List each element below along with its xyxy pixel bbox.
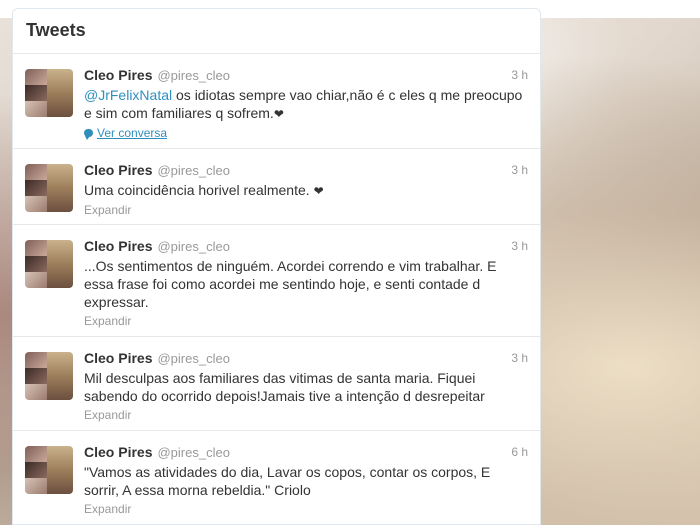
stream-title: Tweets [26, 19, 86, 40]
tweet-timestamp[interactable]: 3 h [511, 239, 528, 253]
tweet-username[interactable]: @pires_cleo [157, 239, 229, 254]
avatar[interactable] [25, 352, 73, 400]
tweet-fullname[interactable]: Cleo Pires [84, 162, 152, 178]
avatar[interactable] [25, 69, 73, 117]
tweet-username[interactable]: @pires_cleo [157, 351, 229, 366]
tweet-item[interactable]: Cleo Pires @pires_cleo 3 h @JrFelixNatal… [13, 54, 540, 149]
expand-link[interactable]: Expandir [84, 203, 528, 219]
expand-link[interactable]: Expandir [84, 502, 528, 518]
tweet-item[interactable]: Cleo Pires @pires_cleo 3 h ...Os sentime… [13, 225, 540, 337]
heart-icon: ❤ [313, 184, 324, 198]
tweets-stream: Tweets Cleo Pires @pires_cleo 3 h @JrFel… [12, 8, 541, 525]
tweet-item[interactable]: Cleo Pires @pires_cleo 3 h Mil desculpas… [13, 337, 540, 431]
expand-link[interactable]: Expandir [84, 314, 528, 330]
tweet-mention-link[interactable]: @JrFelixNatal [84, 87, 172, 103]
tweet-timestamp[interactable]: 3 h [511, 351, 528, 365]
tweet-text: Mil desculpas aos familiares das vitimas… [84, 370, 485, 404]
stream-header: Tweets [13, 9, 540, 54]
tweet-fullname[interactable]: Cleo Pires [84, 350, 152, 366]
tweet-fullname[interactable]: Cleo Pires [84, 67, 152, 83]
avatar[interactable] [25, 446, 73, 494]
avatar[interactable] [25, 164, 73, 212]
tweet-item[interactable]: Cleo Pires @pires_cleo 3 h Uma coincidên… [13, 149, 540, 225]
tweet-body: Uma coincidência horivel realmente. [84, 182, 314, 198]
tweet-text: "Vamos as atividades do dia, Lavar os co… [84, 464, 491, 498]
tweet-username[interactable]: @pires_cleo [157, 68, 229, 83]
expand-link[interactable]: Expandir [84, 408, 528, 424]
tweet-item[interactable]: Cleo Pires @pires_cleo 6 h "Vamos as ati… [13, 431, 540, 524]
view-conversation-link[interactable]: Ver conversa [84, 126, 167, 140]
tweet-fullname[interactable]: Cleo Pires [84, 238, 152, 254]
tweet-text: Uma coincidência horivel realmente. ❤ [84, 181, 524, 200]
tweet-footer: Ver conversa [84, 126, 528, 142]
tweet-username[interactable]: @pires_cleo [157, 163, 229, 178]
view-conversation-label: Ver conversa [97, 126, 168, 140]
tweet-fullname[interactable]: Cleo Pires [84, 444, 152, 460]
tweet-text: @JrFelixNatal os idiotas sempre vao chia… [84, 86, 524, 123]
tweet-timestamp[interactable]: 3 h [511, 68, 528, 82]
tweet-username[interactable]: @pires_cleo [157, 445, 229, 460]
tweet-timestamp[interactable]: 3 h [511, 163, 528, 177]
tweet-timestamp[interactable]: 6 h [511, 445, 528, 459]
tweet-text: ...Os sentimentos de ninguém. Acordei co… [84, 258, 497, 310]
heart-icon: ❤ [273, 107, 284, 121]
speech-bubble-icon [84, 129, 93, 140]
avatar[interactable] [25, 240, 73, 288]
